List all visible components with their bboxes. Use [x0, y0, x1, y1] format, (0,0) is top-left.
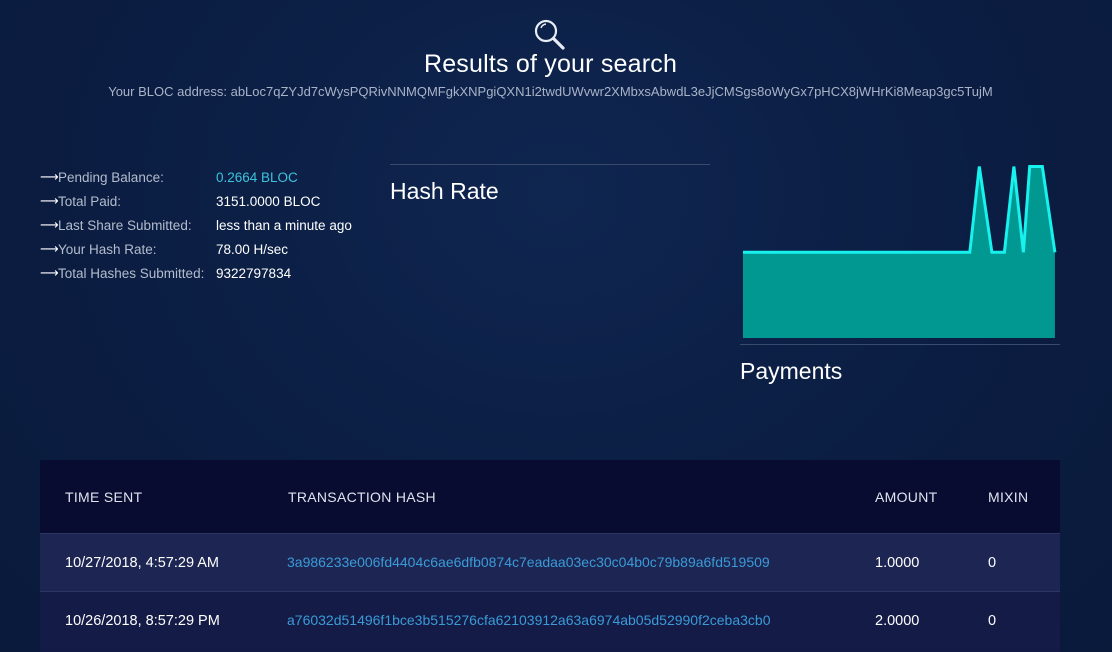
hash-rate-heading: Hash Rate [390, 178, 499, 204]
hash-rate-chart [740, 155, 1062, 345]
cell-mixin: 0 [988, 554, 997, 571]
arrow-right-icon: ⟶ [40, 169, 59, 184]
stat-label: Last Share Submitted: [58, 217, 192, 233]
stat-hash-rate: ⟶ Your Hash Rate: 78.00 H/sec [40, 237, 352, 261]
table-row: 10/27/2018, 4:57:29 AM 3a986233e006fd440… [40, 533, 1060, 591]
stat-pending-balance: ⟶ Pending Balance: 0.2664 BLOC [40, 165, 352, 189]
cell-time: 10/27/2018, 4:57:29 AM [65, 554, 219, 571]
stat-value: 3151.0000 BLOC [216, 193, 321, 209]
cell-time: 10/26/2018, 8:57:29 PM [65, 612, 220, 629]
col-mixin: MIXIN [988, 488, 1029, 505]
stat-total-hashes: ⟶ Total Hashes Submitted: 9322797834 [40, 261, 352, 285]
cell-amount: 2.0000 [875, 612, 920, 629]
stat-label: Your Hash Rate: [58, 241, 157, 257]
stat-label: Pending Balance: [58, 169, 164, 185]
search-icon [533, 18, 567, 52]
stat-label: Total Paid: [58, 193, 122, 209]
arrow-right-icon: ⟶ [40, 265, 59, 280]
col-time-sent: TIME SENT [65, 488, 143, 505]
stat-total-paid: ⟶ Total Paid: 3151.0000 BLOC [40, 189, 352, 213]
col-transaction-hash: TRANSACTION HASH [288, 488, 436, 505]
arrow-right-icon: ⟶ [40, 217, 59, 232]
payments-table: TIME SENT TRANSACTION HASH AMOUNT MIXIN … [40, 460, 1060, 652]
cell-amount: 1.0000 [875, 554, 920, 571]
transaction-hash-link[interactable]: 3a986233e006fd4404c6ae6dfb0874c7eadaa03e… [287, 554, 770, 570]
page-title: Results of your search [423, 50, 678, 78]
stat-last-share: ⟶ Last Share Submitted: less than a minu… [40, 213, 352, 237]
bloc-address: Your BLOC address: abLoc7qZYJd7cWysPQRiv… [108, 84, 993, 99]
table-header: TIME SENT TRANSACTION HASH AMOUNT MIXIN [40, 460, 1060, 533]
payments-heading: Payments [740, 358, 843, 384]
stats-list: ⟶ Pending Balance: 0.2664 BLOC ⟶ Total P… [40, 165, 352, 285]
cell-mixin: 0 [988, 612, 997, 629]
stat-value: 78.00 H/sec [216, 241, 289, 257]
stat-value: 0.2664 BLOC [216, 169, 298, 185]
table-row: 10/26/2018, 8:57:29 PM a76032d51496f1bce… [40, 591, 1060, 649]
stat-label: Total Hashes Submitted: [58, 265, 205, 281]
stat-value: less than a minute ago [216, 217, 352, 233]
arrow-right-icon: ⟶ [40, 193, 59, 208]
cell-hash: 3a986233e006fd4404c6ae6dfb0874c7eadaa03e… [287, 554, 875, 571]
divider [740, 344, 1060, 345]
stat-value: 9322797834 [216, 265, 292, 281]
transaction-hash-link[interactable]: a76032d51496f1bce3b515276cfa62103912a63a… [287, 612, 770, 628]
divider [390, 164, 710, 165]
cell-hash: a76032d51496f1bce3b515276cfa62103912a63a… [287, 612, 875, 629]
col-amount: AMOUNT [875, 488, 938, 505]
arrow-right-icon: ⟶ [40, 241, 59, 256]
